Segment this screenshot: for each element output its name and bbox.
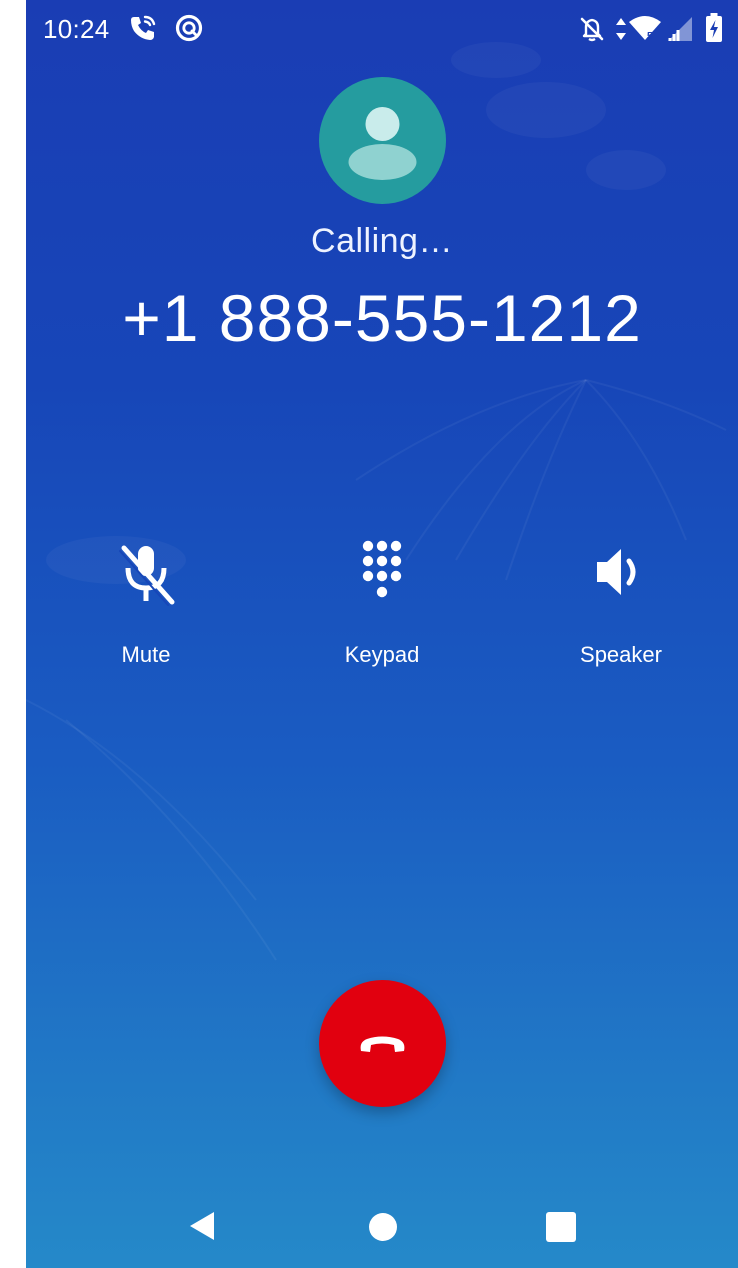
speaker-button[interactable]: Speaker xyxy=(546,536,696,676)
wifi-icon: 5 xyxy=(629,16,661,42)
in-call-screen: 10:24 5 Calling… +1 888-555-1212 Mute Ke… xyxy=(26,0,738,1268)
data-saver-icon xyxy=(175,14,203,42)
person-icon xyxy=(348,107,417,180)
status-time: 10:24 xyxy=(43,14,110,44)
dialpad-icon xyxy=(362,540,402,598)
mute-button[interactable]: Mute xyxy=(71,536,221,676)
recents-icon[interactable] xyxy=(545,1211,577,1243)
keypad-label: Keypad xyxy=(344,642,420,667)
wifi-calling-icon xyxy=(131,15,156,40)
keypad-button[interactable]: Keypad xyxy=(307,536,457,676)
battery-charging-icon xyxy=(706,13,722,42)
speaker-icon xyxy=(597,549,636,595)
speaker-label: Speaker xyxy=(580,642,662,667)
navigation-bar xyxy=(26,1190,738,1268)
phone-number: +1 888-555-1212 xyxy=(122,281,642,355)
mic-off-icon xyxy=(119,545,175,606)
status-bar: 10:24 5 xyxy=(26,0,738,62)
back-icon[interactable] xyxy=(184,1208,220,1244)
call-end-icon xyxy=(360,1036,405,1052)
mute-label: Mute xyxy=(121,642,171,667)
call-status: Calling… xyxy=(311,222,453,260)
home-icon[interactable] xyxy=(368,1212,398,1242)
svg-text:5: 5 xyxy=(647,31,653,42)
end-call-button[interactable] xyxy=(319,980,446,1107)
cell-signal-icon xyxy=(668,17,692,41)
do-not-disturb-off-icon xyxy=(580,17,604,42)
data-arrows-icon xyxy=(616,18,626,40)
contact-avatar xyxy=(319,77,446,204)
